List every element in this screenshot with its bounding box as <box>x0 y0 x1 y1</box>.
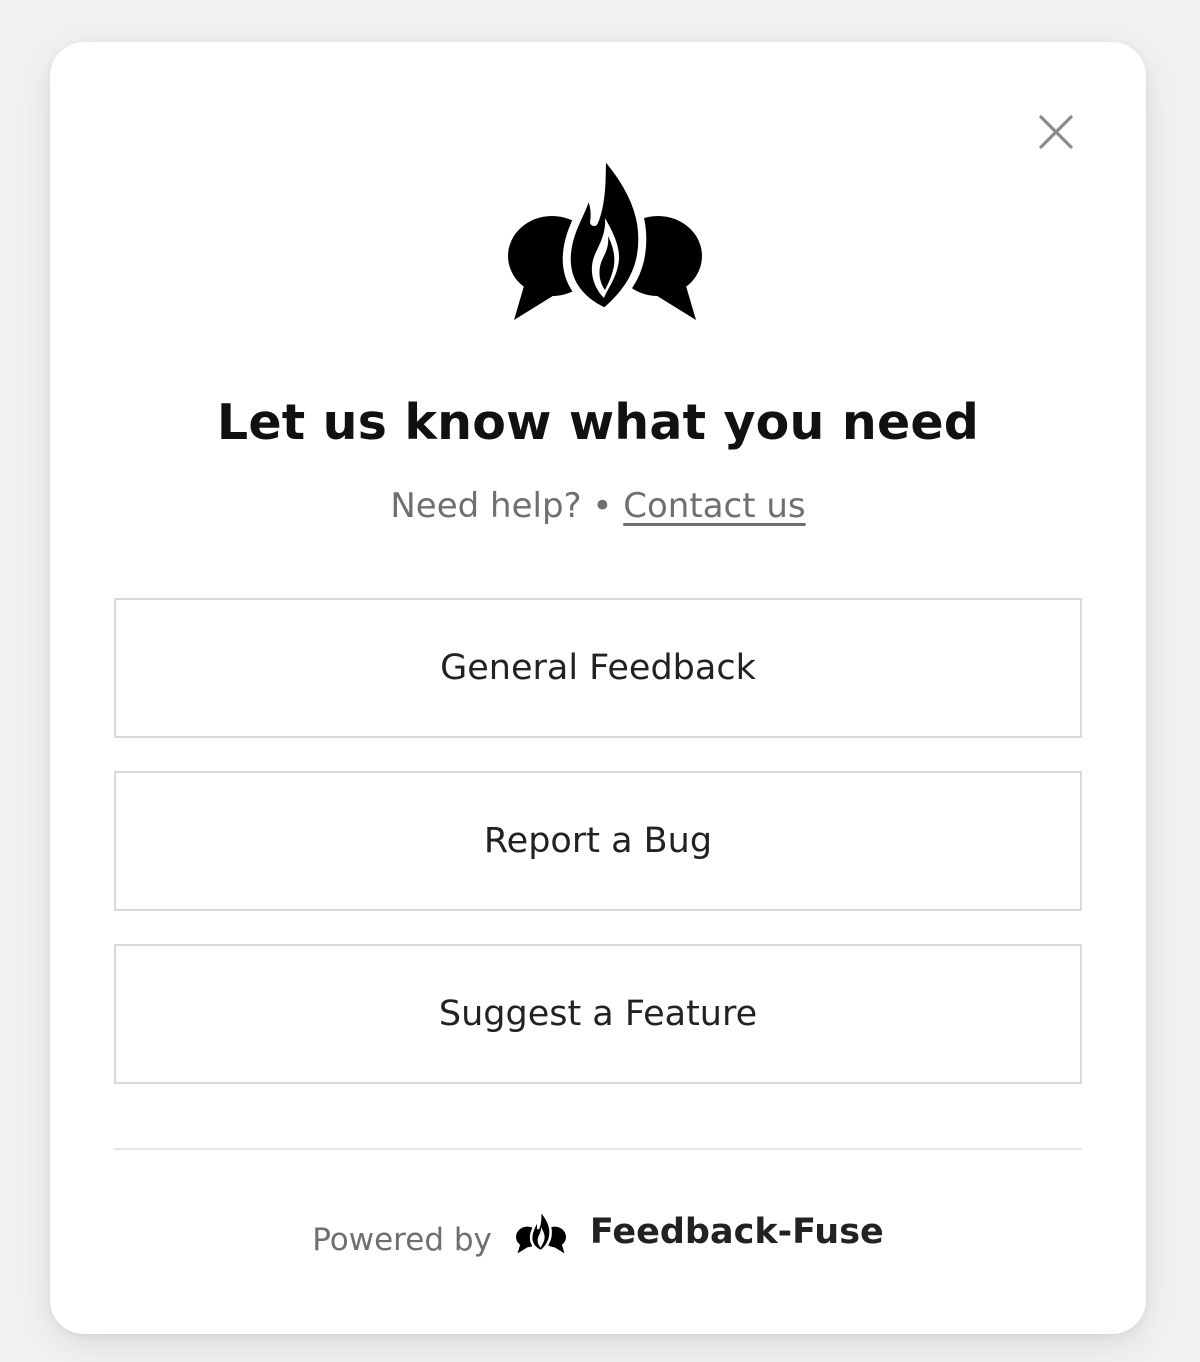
feedback-dialog: Let us know what you need Need help? • C… <box>50 42 1146 1334</box>
close-icon <box>1039 115 1073 149</box>
help-text: Need help? <box>390 486 582 526</box>
footer-divider <box>114 1148 1082 1150</box>
powered-by-text: Powered by <box>312 1222 492 1258</box>
suggest-feature-button[interactable]: Suggest a Feature <box>114 944 1082 1084</box>
brand-logo-icon <box>508 148 702 320</box>
report-bug-button[interactable]: Report a Bug <box>114 771 1082 911</box>
contact-us-link[interactable]: Contact us <box>623 486 805 526</box>
help-line: Need help? • Contact us <box>50 486 1146 526</box>
brand-logo-small-icon <box>515 1209 566 1254</box>
dialog-title: Let us know what you need <box>216 394 980 451</box>
separator-dot: • <box>592 486 613 526</box>
close-button[interactable] <box>1032 108 1080 156</box>
general-feedback-button[interactable]: General Feedback <box>114 598 1082 738</box>
footer: Powered by Feedback-Fuse <box>50 1202 1146 1262</box>
brand-name[interactable]: Feedback-Fuse <box>590 1212 884 1252</box>
